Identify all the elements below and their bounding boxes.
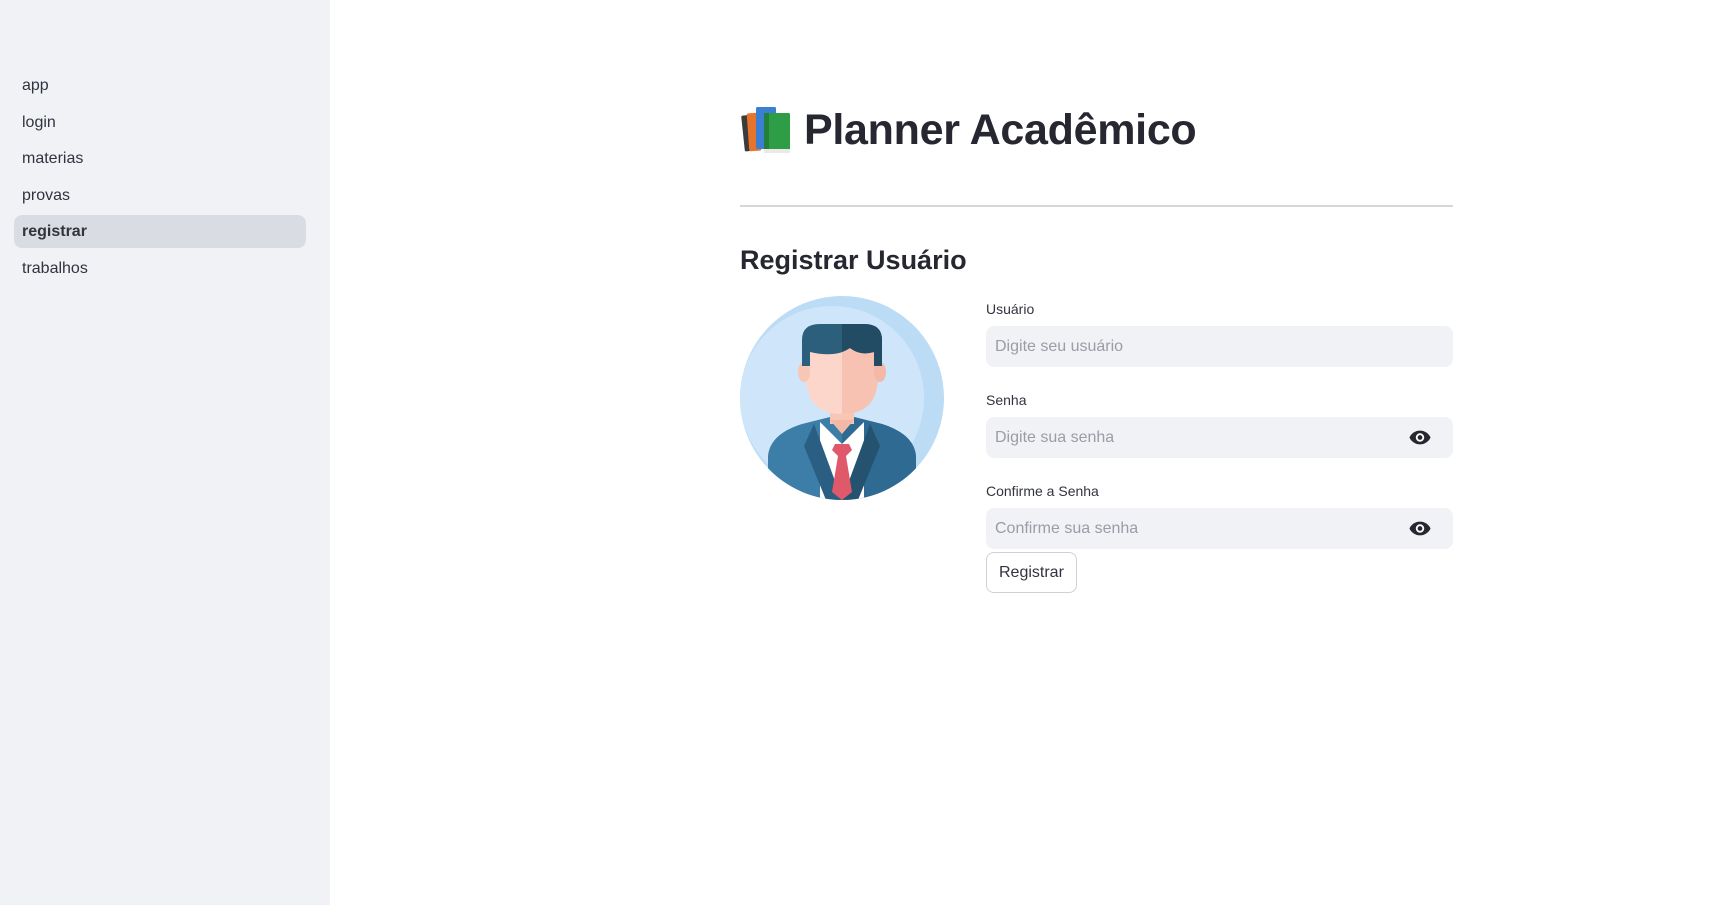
sidebar-item-provas[interactable]: provas bbox=[14, 179, 306, 212]
password-field-wrap bbox=[986, 417, 1453, 458]
username-label: Usuário bbox=[986, 301, 1035, 317]
username-field-wrap bbox=[986, 326, 1453, 367]
sidebar: app login materias provas registrar trab… bbox=[0, 0, 330, 905]
password-input[interactable] bbox=[986, 417, 1453, 458]
page-header: Planner Acadêmico bbox=[740, 100, 1197, 160]
register-button[interactable]: Registrar bbox=[986, 552, 1077, 593]
confirm-password-label: Confirme a Senha bbox=[986, 483, 1099, 499]
books-icon bbox=[741, 107, 790, 153]
sidebar-item-app[interactable]: app bbox=[14, 69, 306, 102]
sidebar-item-materias[interactable]: materias bbox=[14, 142, 306, 175]
eye-icon[interactable] bbox=[1409, 429, 1431, 446]
confirm-password-input[interactable] bbox=[986, 508, 1453, 549]
password-label: Senha bbox=[986, 392, 1027, 408]
main-content: Planner Acadêmico Registrar Usuário Usuá… bbox=[330, 0, 1719, 905]
user-avatar-icon bbox=[740, 296, 944, 500]
username-input[interactable] bbox=[986, 326, 1453, 367]
section-title: Registrar Usuário bbox=[740, 245, 967, 275]
register-form: Usuário Senha Confirme a Senha bbox=[986, 298, 1453, 593]
header-divider bbox=[740, 205, 1453, 207]
app-window: app login materias provas registrar trab… bbox=[0, 0, 1719, 905]
sidebar-item-login[interactable]: login bbox=[14, 106, 306, 139]
confirm-password-field-wrap bbox=[986, 508, 1453, 549]
eye-icon[interactable] bbox=[1409, 520, 1431, 537]
page-title: Planner Acadêmico bbox=[804, 105, 1197, 154]
sidebar-nav: app login materias provas registrar trab… bbox=[14, 69, 306, 288]
sidebar-item-trabalhos[interactable]: trabalhos bbox=[14, 252, 306, 285]
sidebar-item-registrar[interactable]: registrar bbox=[14, 215, 306, 248]
